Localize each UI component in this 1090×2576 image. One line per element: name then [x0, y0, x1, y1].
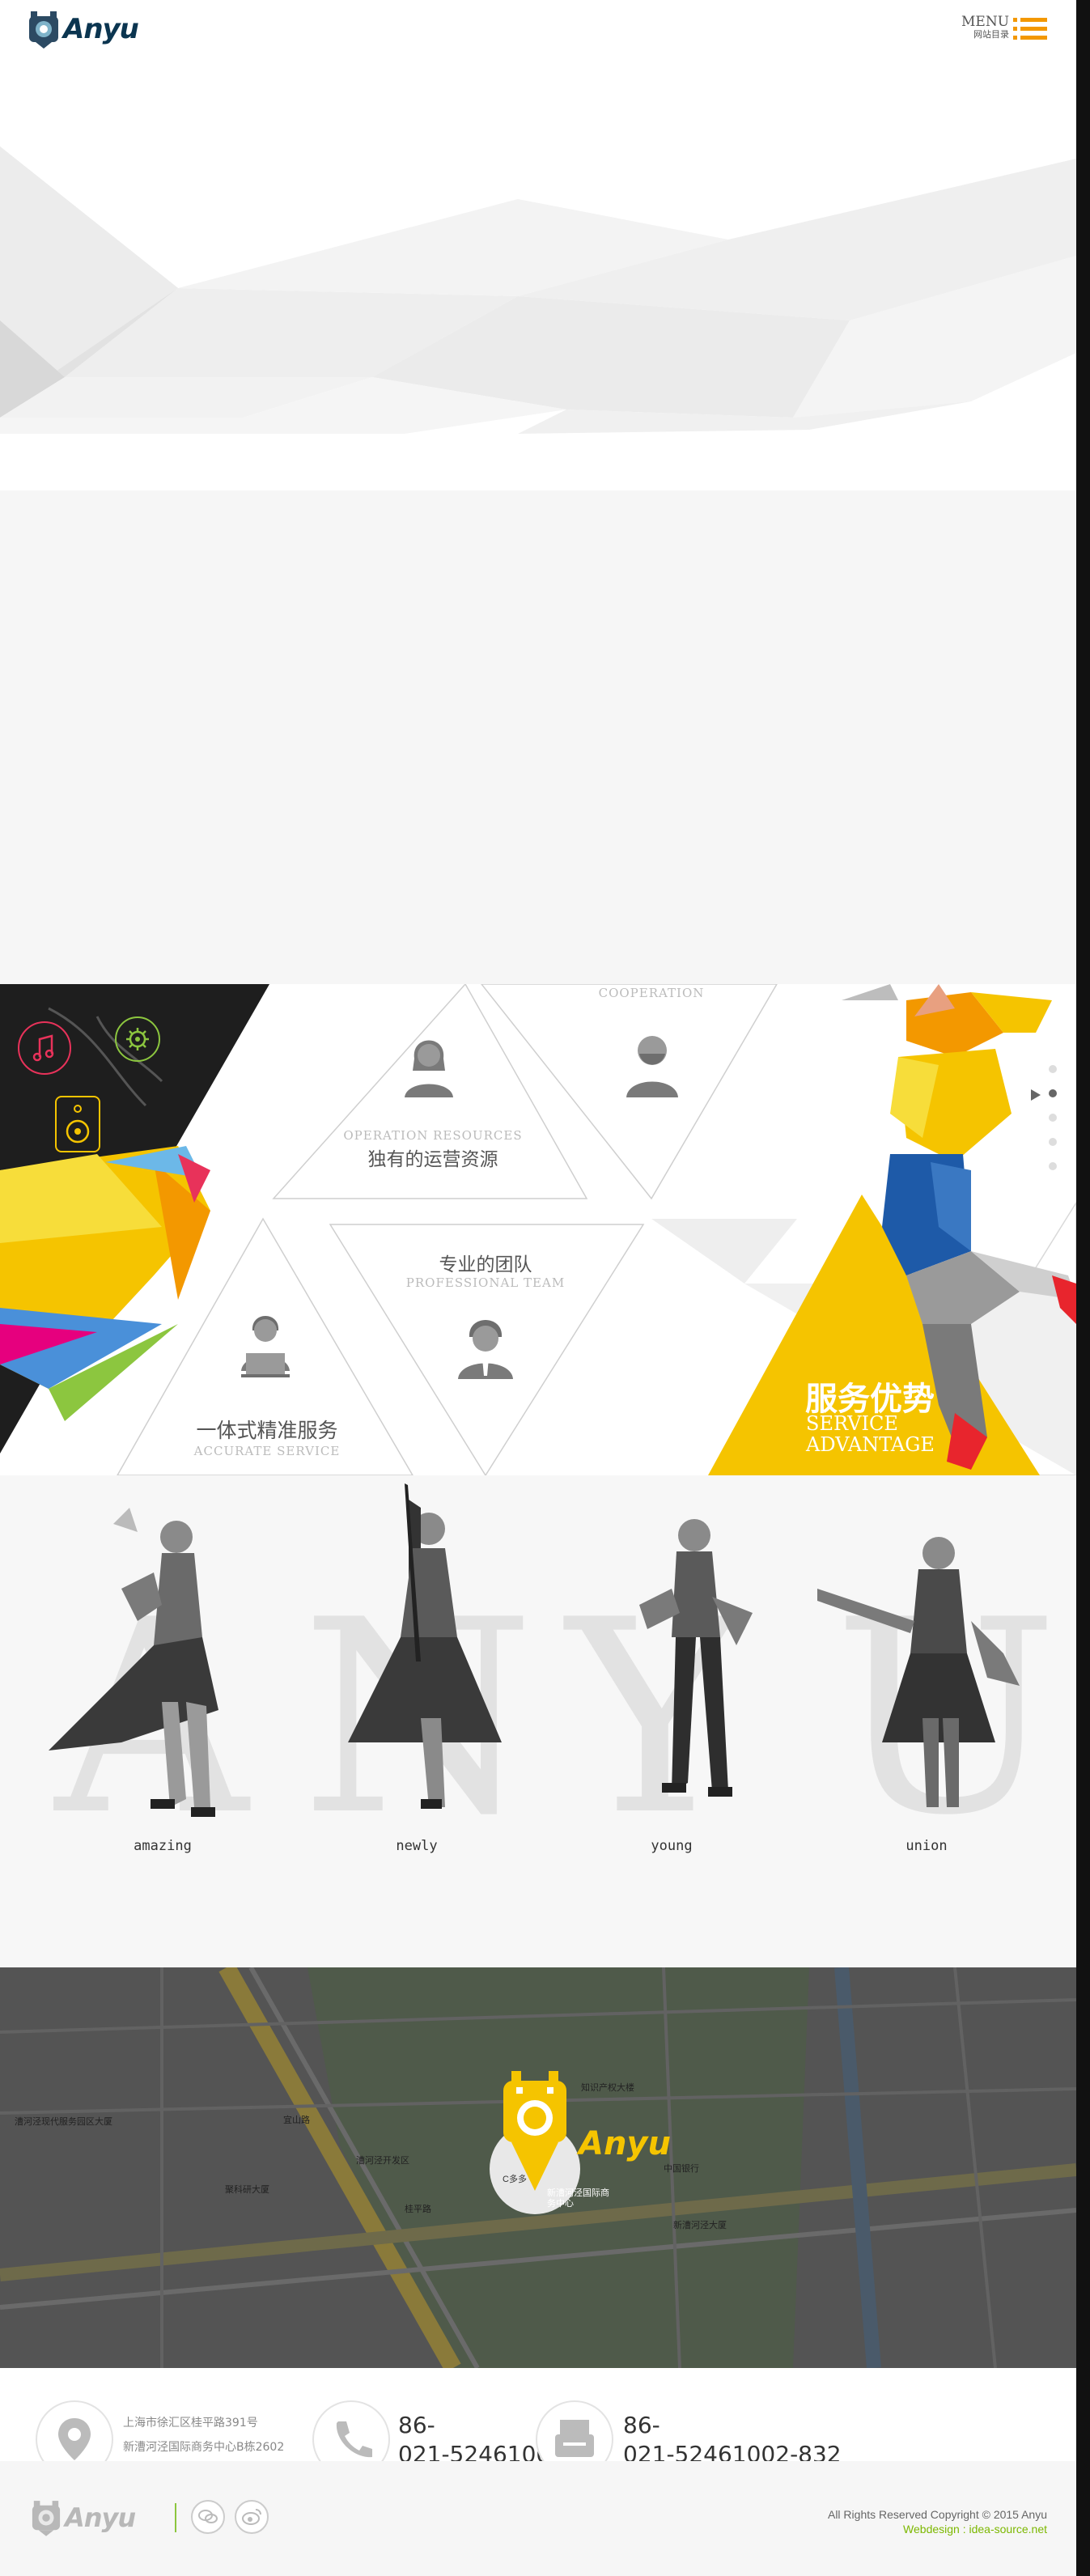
character-name-3[interactable]: young	[566, 1838, 777, 1854]
pager-dot[interactable]	[1049, 1114, 1057, 1122]
contact-section: 上海市徐汇区桂平路391号 新漕河泾国际商务中心B栋2602 86- 021-5…	[0, 2368, 1076, 2461]
laptop-user-icon	[225, 1306, 306, 1379]
bearded-user-icon	[612, 1026, 693, 1099]
service-label-en-3: PROFESSIONAL TEAM	[405, 1275, 566, 1290]
robot-logo-icon	[29, 11, 58, 49]
robot-pin-icon	[503, 2071, 566, 2191]
characters-section: A N Y U	[0, 1475, 1076, 1967]
pager-dot[interactable]	[1049, 1162, 1057, 1170]
location-pin-icon	[36, 2400, 113, 2461]
menu-button[interactable]: MENU 网站目录	[961, 15, 1009, 40]
phone-prefix: 86-	[398, 2412, 435, 2438]
character-figure-3	[639, 1519, 753, 1797]
pager-dot[interactable]	[1049, 1138, 1057, 1146]
gear-icon	[115, 1016, 160, 1062]
businessman-icon	[445, 1308, 526, 1381]
webdesign-link[interactable]: Webdesign : idea-source.net	[672, 2523, 1047, 2536]
menu-label-cn: 网站目录	[973, 29, 1010, 40]
map-logo-text: Anyu	[579, 2125, 671, 2162]
map-label: 聚科研大厦	[225, 2184, 269, 2195]
fax-icon	[536, 2400, 613, 2461]
service-banner-en-1: SERVICE	[806, 1412, 898, 1435]
character-illustrations	[49, 1483, 1020, 1817]
footer-logo[interactable]: Anyu	[31, 2499, 136, 2536]
header-logo[interactable]: Anyu	[28, 10, 139, 49]
robot-logo-icon	[32, 2501, 61, 2536]
fax-number: 021-52461002-832	[623, 2441, 842, 2461]
copyright-text: All Rights Reserved Copyright © 2015 Any…	[827, 2508, 1047, 2521]
fax-prefix: 86-	[623, 2412, 660, 2438]
address-line-2: 新漕河泾国际商务中心B栋2602	[123, 2441, 285, 2454]
hero-banner	[0, 62, 1076, 490]
service-section: OPERATION RESOURCES 独有的运营资源 COOPERATION …	[0, 984, 1076, 1475]
character-name-4[interactable]: union	[821, 1838, 1032, 1854]
address-line-1: 上海市徐汇区桂平路391号	[123, 2417, 258, 2430]
character-name-1[interactable]: amazing	[57, 1838, 268, 1854]
character-figure-1	[49, 1508, 218, 1817]
pager-dot-active[interactable]	[1049, 1089, 1057, 1097]
map-label: 新漕河泾大厦	[673, 2220, 727, 2230]
pager-dot[interactable]	[1049, 1065, 1057, 1073]
pager-arrow-icon[interactable]	[1029, 1088, 1045, 1106]
map-pin-label: 新漕河泾国际商务中心	[547, 2188, 609, 2209]
phone-icon	[312, 2400, 390, 2461]
logo-text: Anyu	[63, 13, 139, 45]
map-label: 中国银行	[664, 2163, 699, 2174]
hamburger-icon[interactable]	[1013, 18, 1047, 45]
weibo-icon[interactable]	[235, 2500, 269, 2534]
site-header: Anyu MENU 网站目录	[0, 0, 1076, 62]
scrollbar-gutter[interactable]	[1076, 0, 1090, 2576]
slide-pager	[1049, 1065, 1062, 1170]
service-label-cn-1: 独有的运营资源	[367, 1149, 498, 1170]
map-label: 知识产权大楼	[581, 2082, 634, 2093]
female-user-icon	[388, 1026, 469, 1099]
map-pin-marker[interactable]	[500, 2071, 570, 2195]
gray-section	[0, 490, 1076, 984]
service-label-cn-3: 专业的团队	[439, 1254, 532, 1275]
service-label-en-1: OPERATION RESOURCES	[343, 1128, 523, 1143]
service-label-en-4: ACCURATE SERVICE	[193, 1444, 341, 1458]
map-label: 漕河泾现代服务园区大厦	[15, 2116, 112, 2127]
map-label: 宜山路	[283, 2115, 310, 2125]
location-map[interactable]: 漕河泾现代服务园区大厦 聚科研大厦 新漕河泾大厦 知识产权大楼 漕河泾开发区 桂…	[0, 1967, 1076, 2368]
footer-logo-text: Anyu	[65, 2502, 136, 2533]
polygon-background-art	[0, 146, 1076, 434]
site-footer: Anyu All Rights Reserved Copyright © 201…	[0, 2461, 1076, 2576]
service-banner-en-2: ADVANTAGE	[806, 1433, 935, 1456]
service-label-en-2: COOPERATION	[598, 986, 705, 1000]
map-label: 漕河泾开发区	[356, 2155, 409, 2166]
map-label: 桂平路	[405, 2204, 431, 2214]
menu-label-en: MENU	[961, 14, 1010, 30]
music-note-icon	[18, 1021, 71, 1075]
character-name-2[interactable]: newly	[312, 1838, 522, 1854]
character-figure-4	[817, 1537, 1020, 1807]
wechat-icon[interactable]	[191, 2500, 225, 2534]
footer-divider	[175, 2503, 176, 2532]
character-figure-2	[348, 1483, 502, 1809]
speaker-icon	[55, 1096, 100, 1152]
service-label-cn-4: 一体式精准服务	[196, 1419, 338, 1442]
